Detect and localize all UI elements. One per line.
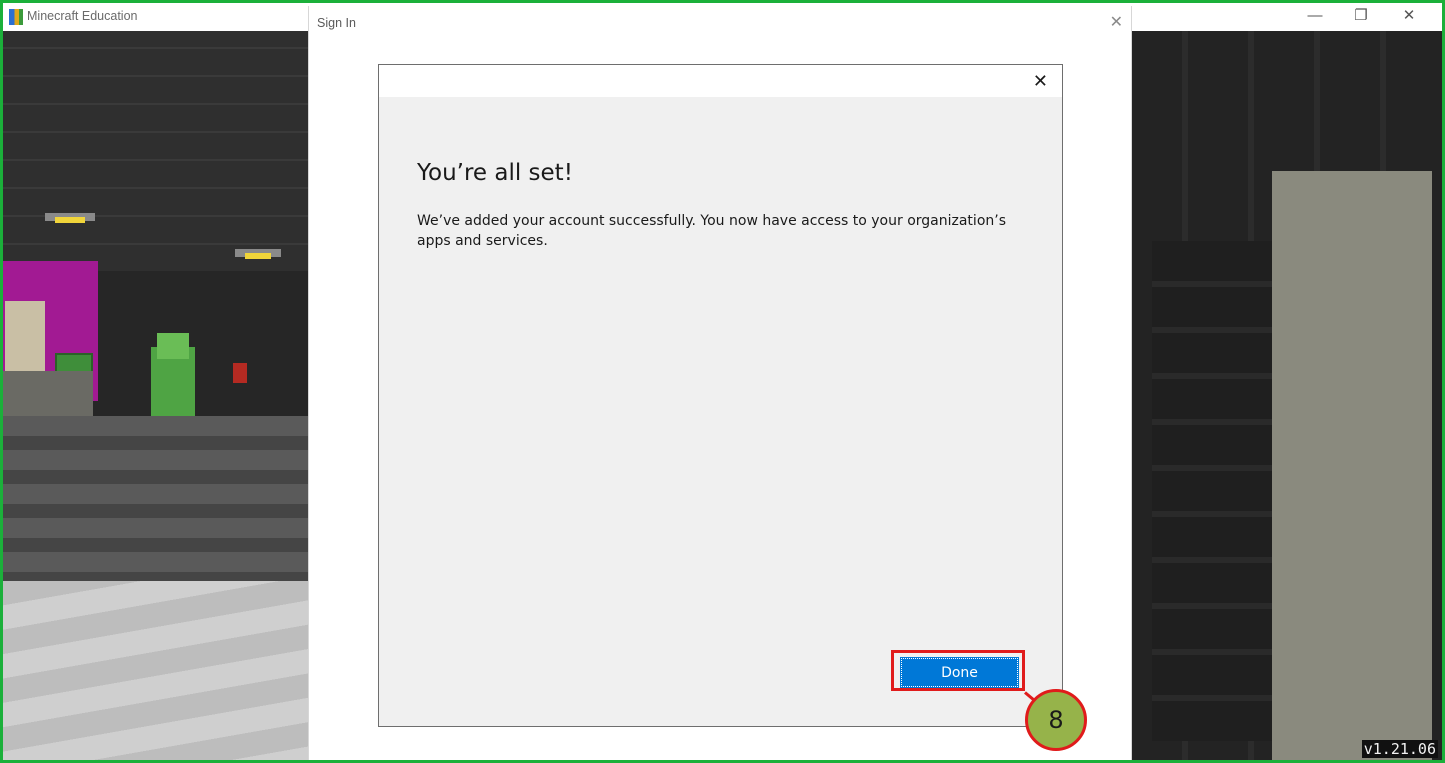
version-label: v1.21.06 (1361, 740, 1438, 758)
ceiling-lamp (235, 249, 281, 259)
game-window-title: Minecraft Education (27, 9, 138, 23)
minimize-button[interactable]: — (1292, 3, 1338, 31)
dialog-heading: You’re all set! (417, 160, 573, 186)
dialog-message: We’ve added your account successfully. Y… (417, 213, 1006, 249)
ceiling-lamp (45, 213, 95, 223)
door-panel (5, 301, 45, 381)
window-grate (1152, 241, 1272, 741)
floor (3, 581, 313, 760)
game-close-button[interactable]: ✕ (1386, 3, 1432, 31)
creeper-character (151, 333, 195, 417)
stone-pillar (1272, 171, 1432, 760)
screenshot-frame: Minecraft Education — ❐ ✕ v1.21.06 Sign … (0, 0, 1445, 763)
done-button-highlight (891, 650, 1025, 691)
dialog-close-button[interactable]: ✕ (1033, 71, 1048, 92)
step-number-badge: 8 (1025, 689, 1087, 751)
ceiling (3, 31, 313, 271)
account-added-dialog: ✕ You’re all set! We’ve added your accou… (378, 64, 1063, 727)
signin-window-title: Sign In (317, 16, 356, 30)
red-item (233, 363, 247, 383)
dialog-header: ✕ (379, 65, 1062, 97)
signin-close-button[interactable]: ✕ (1110, 12, 1123, 32)
minecraft-education-logo-icon (9, 9, 23, 25)
stairs (3, 416, 313, 586)
restore-button[interactable]: ❐ (1338, 3, 1384, 31)
